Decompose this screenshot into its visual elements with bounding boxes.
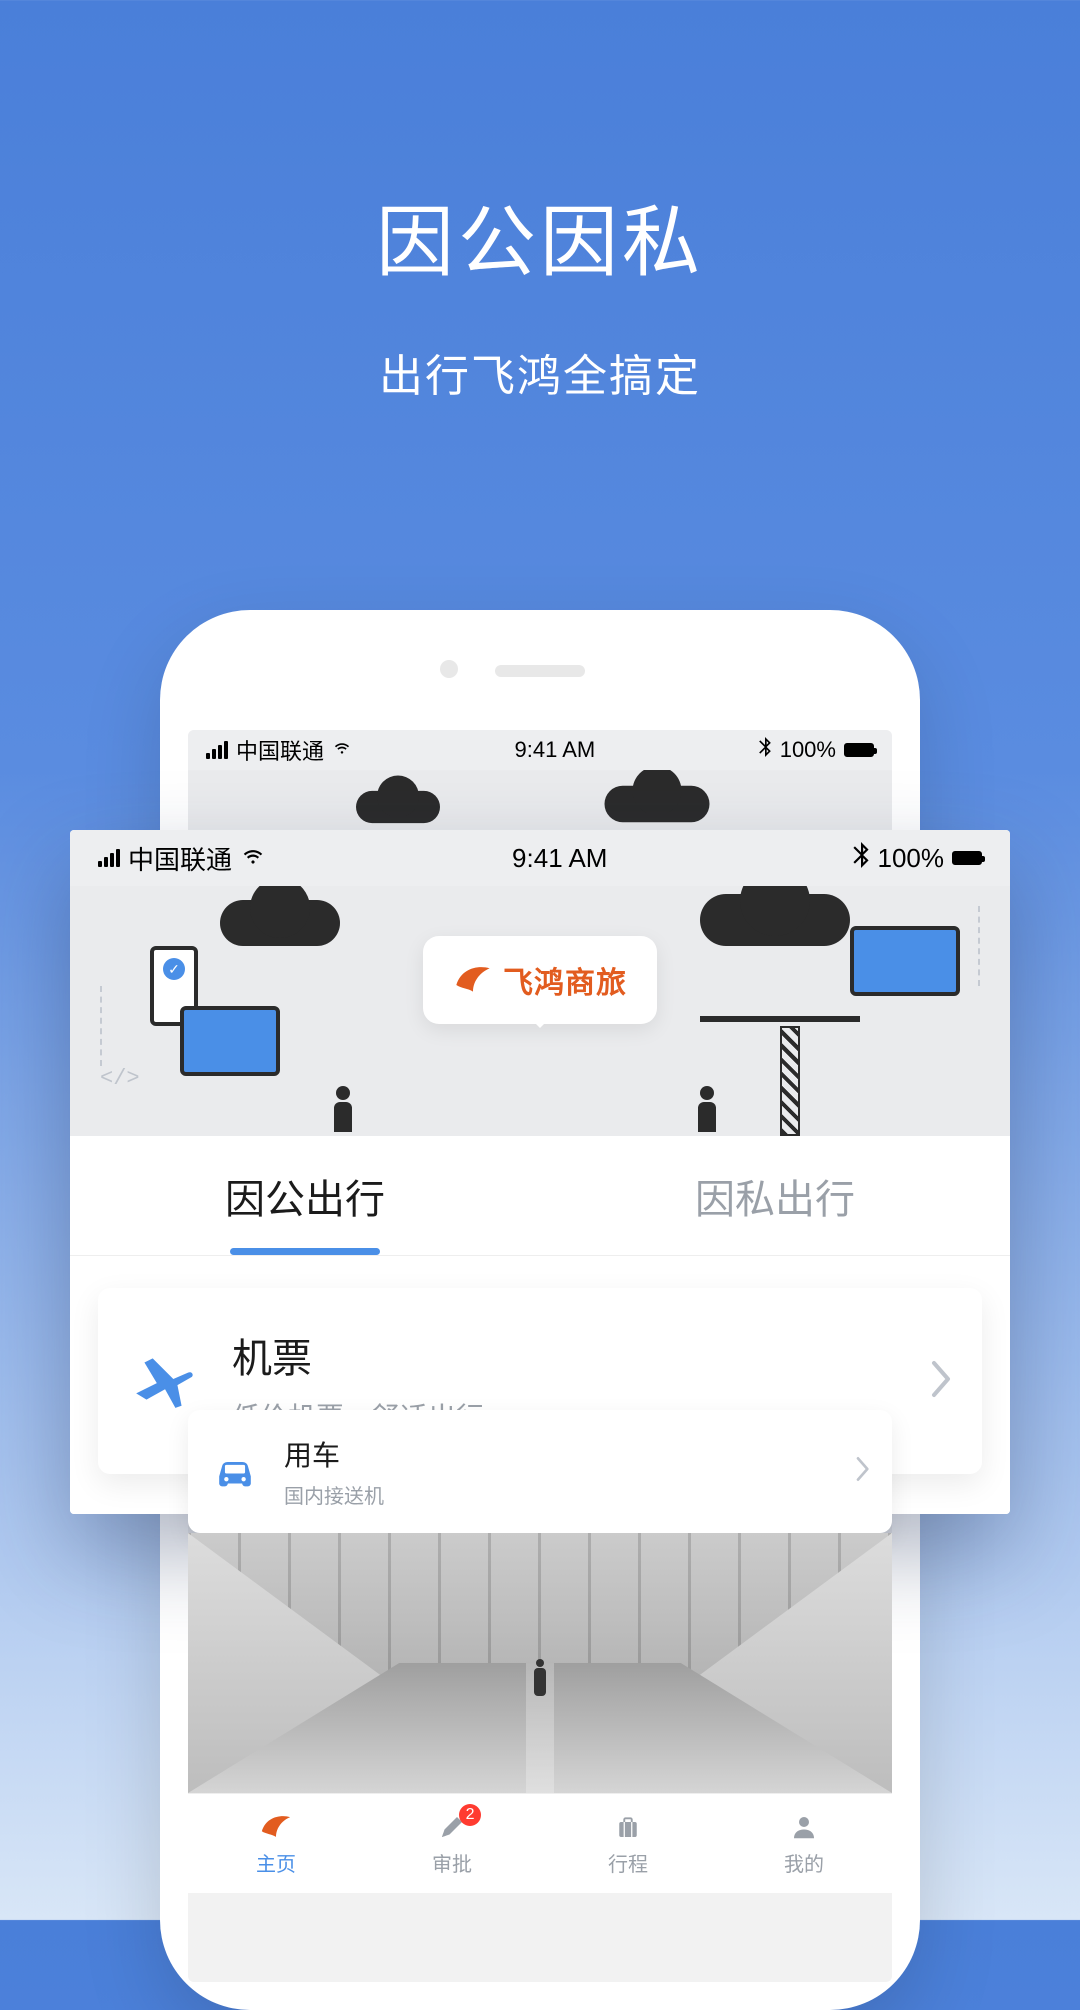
nav-trips[interactable]: 行程 [540, 1794, 716, 1893]
battery-icon [952, 851, 982, 865]
crane-icon [720, 996, 860, 1136]
bluetooth-icon [758, 737, 772, 763]
service-flight-title: 机票 [232, 1326, 894, 1384]
plane-icon [128, 1346, 198, 1416]
nav-mine[interactable]: 我的 [716, 1794, 892, 1893]
service-car-title: 用车 [284, 1434, 830, 1474]
signal-icon [206, 741, 228, 759]
nav-trips-label: 行程 [608, 1848, 648, 1877]
hero-subtitle: 出行飞鸿全搞定 [0, 340, 1080, 404]
person-icon [787, 1810, 821, 1844]
nav-home-label: 主页 [256, 1848, 296, 1877]
hero-block: 因公因私 出行飞鸿全搞定 [0, 0, 1080, 404]
status-bar-back: 中国联通 9:41 AM 100% [188, 730, 892, 770]
chevron-right-icon [854, 1455, 870, 1488]
tab-personal[interactable]: 因私出行 [540, 1167, 1010, 1225]
hero-title: 因公因私 [0, 180, 1080, 292]
nav-approval-label: 审批 [432, 1848, 472, 1877]
brand-bubble: 飞鸿商旅 [423, 936, 657, 1024]
wing-icon [259, 1810, 293, 1844]
nav-home[interactable]: 主页 [188, 1794, 364, 1893]
wifi-icon [332, 737, 352, 763]
person-icon [330, 1086, 356, 1136]
phone-camera [440, 660, 458, 678]
corridor-image [188, 1533, 892, 1793]
service-car[interactable]: 用车 国内接送机 [188, 1410, 892, 1533]
brand-wing-icon [453, 960, 493, 1000]
carrier-label: 中国联通 [128, 840, 232, 877]
battery-label: 100% [877, 843, 944, 874]
banner-illustration: </> 飞鸿商旅 [70, 886, 1010, 1136]
time-label: 9:41 AM [512, 843, 607, 874]
wifi-icon [240, 842, 266, 874]
battery-label: 100% [780, 737, 836, 763]
nav-mine-label: 我的 [784, 1848, 824, 1877]
person-icon [694, 1086, 720, 1136]
status-bar-front: 中国联通 9:41 AM 100% [70, 830, 1010, 886]
suitcase-icon [611, 1810, 645, 1844]
bottom-tabbar: 主页 2 审批 行程 我的 [188, 1793, 892, 1893]
phone-speaker [495, 665, 585, 677]
chevron-right-icon [928, 1359, 952, 1404]
tab-business[interactable]: 因公出行 [70, 1167, 540, 1225]
nav-approval[interactable]: 2 审批 [364, 1794, 540, 1893]
signal-icon [98, 849, 120, 867]
back-lower-section: 用车 国内接送机 主页 2 审批 行程 [188, 1410, 892, 1893]
brand-name: 飞鸿商旅 [503, 958, 627, 1002]
approval-badge: 2 [459, 1804, 481, 1826]
battery-icon [844, 743, 874, 757]
travel-tabs: 因公出行 因私出行 [70, 1136, 1010, 1256]
service-car-sub: 国内接送机 [284, 1480, 830, 1509]
carrier-label: 中国联通 [236, 734, 324, 766]
bluetooth-icon [853, 842, 869, 874]
time-label: 9:41 AM [515, 737, 596, 763]
car-icon [210, 1447, 260, 1497]
